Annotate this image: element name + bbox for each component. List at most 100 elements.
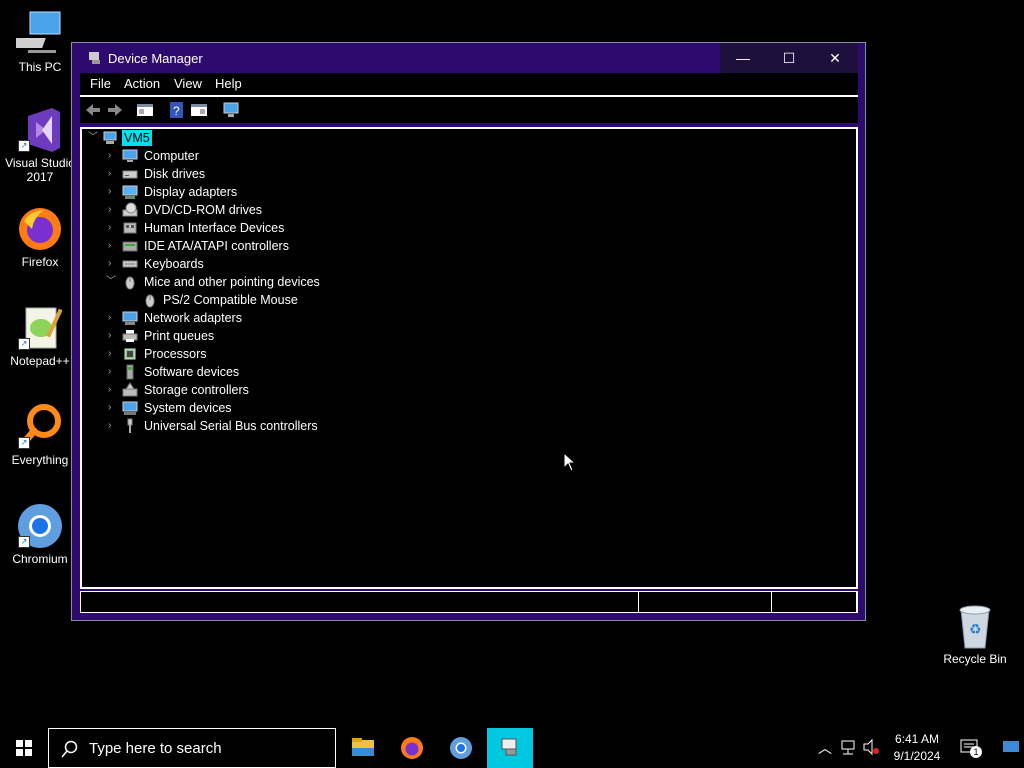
desktop-icon-firefox[interactable]: Firefox [0,205,80,269]
status-divider [771,592,772,612]
properties-pane-icon[interactable] [190,101,208,119]
network-adapter-icon [122,311,138,325]
close-button[interactable]: ✕ [812,43,858,73]
search-icon [61,740,78,758]
speaker-muted-icon[interactable] [862,738,880,756]
chevron-right-icon[interactable]: › [108,417,118,435]
computer-icon [8,10,64,58]
tree-item-label: IDE ATA/ATAPI controllers [144,239,289,253]
tree-item-label: PS/2 Compatible Mouse [163,293,298,307]
visual-studio-icon: ↗ [16,106,64,154]
chevron-right-icon[interactable]: › [108,399,118,417]
menu-action[interactable]: Action [124,76,160,91]
chevron-right-icon[interactable]: › [108,183,118,201]
chevron-up-icon[interactable]: ︿ [818,738,836,756]
clock-time: 6:41 AM [894,732,940,746]
tree-item-label: Disk drives [144,167,206,181]
chevron-right-icon[interactable]: › [108,201,118,219]
chevron-right-icon[interactable]: › [108,363,118,381]
device-manager-window[interactable]: Device Manager — ☐ ✕ File Action View He… [71,42,866,621]
tree-item-label: Keyboards [144,257,204,271]
software-device-icon [126,364,134,380]
svg-text:?: ? [173,104,180,118]
tree-item-label: Storage controllers [144,383,249,397]
chevron-down-icon[interactable]: ﹀ [88,129,98,147]
tree-item-label: Mice and other pointing devices [144,275,320,289]
chevron-right-icon[interactable]: › [108,309,118,327]
status-divider [856,592,857,612]
show-desktop-icon[interactable] [1002,738,1020,756]
taskbar-clock[interactable]: 6:41 AM 9/1/2024 [886,731,948,765]
svg-text:♻: ♻ [969,621,982,637]
chevron-right-icon[interactable]: › [108,237,118,255]
windows-start-icon[interactable] [0,728,48,768]
desktop-icon-everything[interactable]: ↗ Everything [0,403,80,467]
menu-file[interactable]: File [90,76,111,91]
file-explorer-icon[interactable] [340,728,386,768]
tree-root-label: VM5 [122,130,152,146]
keyboard-icon [122,260,138,268]
chevron-right-icon[interactable]: › [108,165,118,183]
forward-arrow-icon[interactable] [106,101,124,119]
chevron-right-icon[interactable]: › [108,381,118,399]
recycle-bin-icon: ♻ [951,602,999,650]
scan-hardware-icon[interactable] [222,101,240,119]
processor-icon [124,348,136,360]
title-bar[interactable]: Device Manager — ☐ ✕ [72,43,865,73]
tree-item-label: DVD/CD-ROM drives [144,203,263,217]
shortcut-arrow-icon: ↗ [18,437,30,449]
monitor-icon [122,149,138,162]
search-placeholder: Type here to search [89,740,222,757]
back-arrow-icon[interactable] [84,101,102,119]
tree-item-label: Processors [144,347,207,361]
maximize-button[interactable]: ☐ [766,43,812,73]
tree-item-label: Software devices [144,365,240,379]
tree-item-label: Print queues [144,329,215,343]
notepadpp-icon: ↗ [16,304,64,352]
network-icon[interactable] [840,738,858,756]
chevron-right-icon[interactable]: › [108,327,118,345]
chevron-right-icon[interactable]: › [108,255,118,273]
menu-view[interactable]: View [174,76,202,91]
mouse-cursor-icon [563,452,577,472]
chevron-right-icon[interactable]: › [108,147,118,165]
shortcut-arrow-icon: ↗ [18,536,30,548]
computer-icon [103,131,117,144]
minimize-button[interactable]: — [720,43,766,73]
desktop-icon-notepadpp[interactable]: ↗ Notepad++ [0,304,80,368]
ide-controller-icon [122,241,138,252]
clock-date: 9/1/2024 [893,749,941,763]
storage-controller-icon [122,382,138,397]
printer-icon [122,330,138,342]
usb-icon [127,418,133,433]
tree-item-label: Display adapters [144,185,238,199]
desktop-icon-chromium[interactable]: ↗ Chromium [0,502,80,566]
status-bar [80,591,858,613]
menu-bar: File Action View Help [80,73,858,97]
desktop-icon-recycle-bin[interactable]: ♻ Recycle Bin [935,602,1015,666]
chevron-right-icon[interactable]: › [108,345,118,363]
shortcut-arrow-icon: ↗ [18,338,30,350]
desktop-icon-visual-studio[interactable]: ↗ Visual Studio 2017 [0,106,80,184]
menu-help[interactable]: Help [215,76,242,91]
tree-item-label: System devices [144,401,232,415]
system-device-icon [122,401,138,415]
tree-item-label: Human Interface Devices [144,221,285,235]
device-manager-taskbar-icon[interactable] [487,728,533,768]
help-icon[interactable]: ? [168,101,186,119]
chromium-icon: ↗ [16,502,64,550]
tree-item-label: Computer [144,149,199,163]
chevron-right-icon[interactable]: › [108,219,118,237]
desktop-icon-this-pc[interactable]: This PC [0,10,80,74]
chevron-down-icon[interactable]: ﹀ [106,273,116,291]
taskbar-search-box[interactable]: Type here to search [48,728,336,768]
notification-badge: 1 [970,746,982,758]
device-manager-icon [89,52,100,64]
dvd-drive-icon [122,202,138,217]
tree-item-label: Network adapters [144,311,242,325]
chromium-icon[interactable] [438,728,484,768]
device-tree[interactable]: ﹀ VM5 › Computer › Disk drives › Display… [80,127,858,589]
tree-item-label: Universal Serial Bus controllers [144,419,318,433]
show-hide-console-tree-icon[interactable] [136,101,154,119]
firefox-icon[interactable] [389,728,435,768]
